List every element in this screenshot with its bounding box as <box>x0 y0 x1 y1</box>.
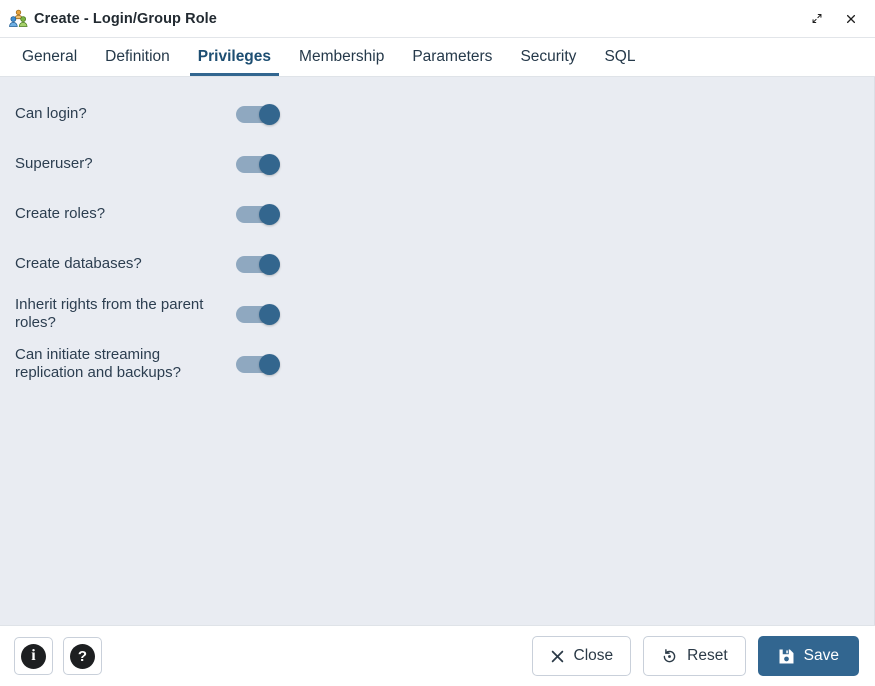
create-roles-toggle[interactable] <box>236 203 284 225</box>
privilege-row-streaming-replication: Can initiate streaming replication and b… <box>0 339 874 389</box>
privilege-row-inherit-rights: Inherit rights from the parent roles? <box>0 289 874 339</box>
tab-privileges[interactable]: Privileges <box>184 38 285 76</box>
privilege-label: Superuser? <box>15 155 93 172</box>
tab-general[interactable]: General <box>8 38 91 76</box>
save-floppy-icon <box>778 648 795 665</box>
info-icon: i <box>21 643 46 669</box>
close-icon <box>550 649 565 664</box>
toggle-knob <box>259 353 280 375</box>
dialog-title: Create - Login/Group Role <box>34 10 217 27</box>
save-button-label: Save <box>803 647 839 664</box>
reset-icon <box>661 648 678 665</box>
close-icon[interactable] <box>840 8 862 30</box>
login-group-role-icon <box>9 9 28 28</box>
toggle-knob <box>259 153 280 175</box>
expand-diagonal-icon[interactable] <box>806 8 828 30</box>
create-databases-toggle[interactable] <box>236 253 284 275</box>
reset-button-label: Reset <box>687 647 728 664</box>
tab-sql[interactable]: SQL <box>590 38 649 76</box>
toggle-knob <box>259 303 280 325</box>
privilege-label: Can login? <box>15 105 87 122</box>
titlebar-actions <box>806 8 865 30</box>
info-button[interactable]: i <box>14 637 53 675</box>
dialog-tabbar: General Definition Privileges Membership… <box>0 38 875 77</box>
privilege-row-create-databases: Create databases? <box>0 239 874 289</box>
superuser-toggle[interactable] <box>236 153 284 175</box>
privilege-row-create-roles: Create roles? <box>0 189 874 239</box>
save-button[interactable]: Save <box>757 636 859 676</box>
close-button[interactable]: Close <box>531 636 632 676</box>
help-button[interactable]: ? <box>63 637 102 675</box>
tab-parameters[interactable]: Parameters <box>398 38 506 76</box>
can-login-toggle[interactable] <box>236 103 284 125</box>
privilege-label: Create databases? <box>15 255 142 272</box>
dialog-titlebar: Create - Login/Group Role <box>0 0 875 38</box>
toggle-knob <box>259 103 280 125</box>
privilege-row-can-login: Can login? <box>0 89 874 139</box>
privilege-label: Create roles? <box>15 205 106 222</box>
help-icon: ? <box>70 643 95 669</box>
titlebar-left: Create - Login/Group Role <box>9 9 806 28</box>
tab-membership[interactable]: Membership <box>285 38 398 76</box>
footer-right-actions: Close Reset Save <box>531 636 859 676</box>
privilege-row-superuser: Superuser? <box>0 139 874 189</box>
toggle-knob <box>259 203 280 225</box>
tab-security[interactable]: Security <box>506 38 590 76</box>
close-button-label: Close <box>573 647 614 664</box>
create-login-group-role-dialog: Create - Login/Group Role General Defini… <box>0 0 875 686</box>
inherit-rights-toggle[interactable] <box>236 303 284 325</box>
reset-button[interactable]: Reset <box>643 636 746 676</box>
streaming-replication-toggle[interactable] <box>236 353 284 375</box>
dialog-footer: i ? Close Reset Save <box>0 625 875 686</box>
privilege-label: Inherit rights from the parent roles? <box>15 296 204 331</box>
privileges-panel: Can login? Superuser? Create roles? Crea… <box>0 77 875 625</box>
privilege-label: Can initiate streaming replication and b… <box>15 346 181 381</box>
tab-definition[interactable]: Definition <box>91 38 184 76</box>
footer-left-actions: i ? <box>14 637 102 675</box>
toggle-knob <box>259 253 280 275</box>
